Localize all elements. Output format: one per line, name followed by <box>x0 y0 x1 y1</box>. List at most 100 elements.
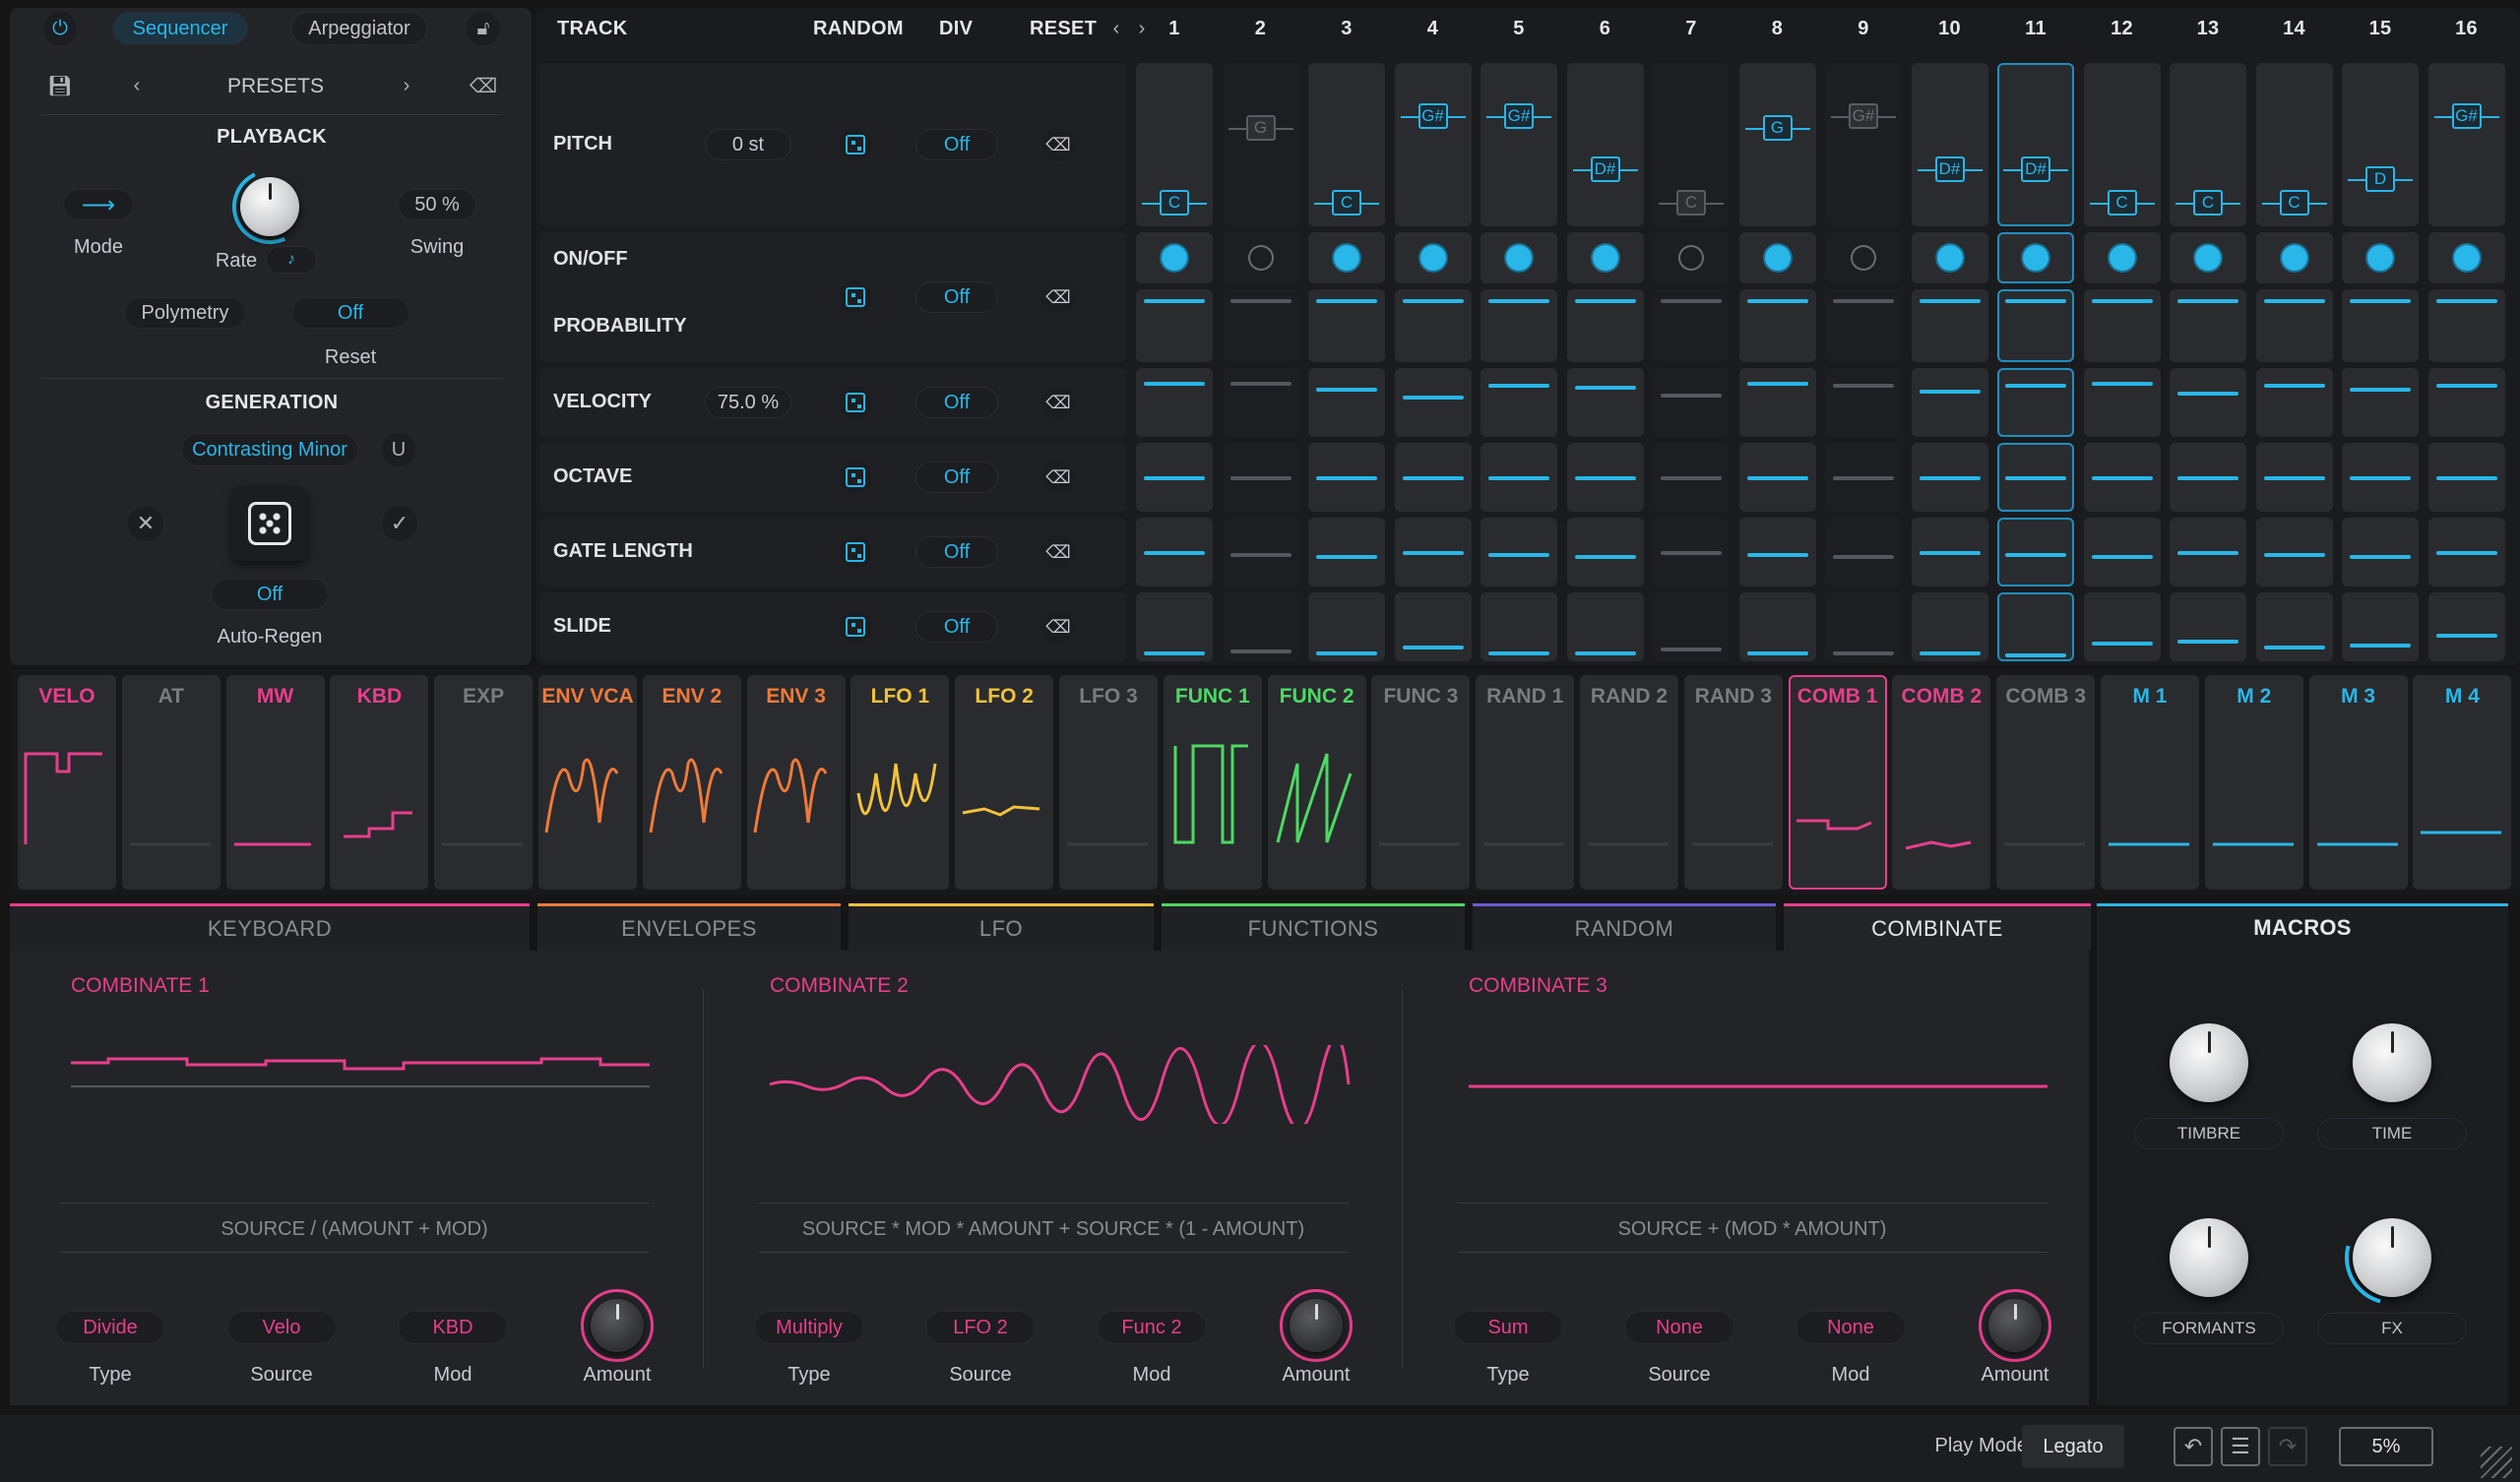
step-number[interactable]: 10 <box>1912 18 1988 40</box>
velocity-step[interactable] <box>1394 368 1472 437</box>
velocity-step[interactable] <box>1825 368 1902 437</box>
reset-eraser-icon[interactable]: ⌫ <box>1041 128 1075 161</box>
pitch-step[interactable] <box>1997 63 2074 226</box>
mod-source-slot[interactable]: RAND 3 <box>1683 675 1783 890</box>
mod-source-slot[interactable]: COMB 3 <box>1996 675 2096 890</box>
velocity-step[interactable] <box>1997 368 2074 437</box>
pitch-step[interactable] <box>1394 63 1472 226</box>
macro-label[interactable]: FX <box>2317 1313 2467 1344</box>
pitch-step[interactable] <box>1566 63 1644 226</box>
reset-eraser-icon[interactable]: ⌫ <box>1041 610 1075 644</box>
combinate-type-select[interactable]: Multiply <box>754 1311 864 1344</box>
swing-value[interactable]: 50 % <box>398 189 476 220</box>
macro-label[interactable]: FORMANTS <box>2134 1313 2284 1344</box>
mode-button[interactable]: ⟶ <box>63 189 134 220</box>
div-toggle[interactable]: Off <box>915 611 998 643</box>
randomize-icon[interactable] <box>839 610 872 644</box>
slide-step[interactable] <box>2427 592 2505 661</box>
onoff-dot[interactable] <box>1851 245 1876 271</box>
velocity-step[interactable] <box>1308 368 1385 437</box>
close-icon[interactable]: ✕ <box>128 506 163 541</box>
mod-source-slot[interactable]: VELO <box>18 675 116 890</box>
zoom-value[interactable]: 5% <box>2339 1427 2433 1466</box>
redo-icon[interactable]: ↷ <box>2268 1427 2307 1466</box>
step-number[interactable]: 2 <box>1223 18 1299 40</box>
onoff-dot[interactable] <box>2023 245 2048 271</box>
prev-page-icon[interactable]: ‹ <box>1104 14 1128 43</box>
onoff-dot[interactable] <box>2453 245 2480 271</box>
play-mode-select[interactable]: Legato <box>2022 1425 2124 1468</box>
lock-icon[interactable]: 🔓︎ <box>467 12 500 45</box>
pitch-note[interactable]: D <box>2365 166 2395 192</box>
step-number[interactable]: 11 <box>1997 18 2074 40</box>
onoff-dot[interactable] <box>1506 245 1532 271</box>
combinate-source-select[interactable]: LFO 2 <box>925 1311 1036 1344</box>
velocity-step[interactable] <box>1566 368 1644 437</box>
combinate-type-select[interactable]: Divide <box>55 1311 165 1344</box>
onoff-dot[interactable] <box>1162 245 1187 271</box>
onoff-dot[interactable] <box>1334 245 1359 271</box>
onoff-dot[interactable] <box>2281 245 2307 271</box>
slide-step[interactable] <box>2255 592 2333 661</box>
reset-eraser-icon[interactable]: ⌫ <box>1041 461 1075 494</box>
mod-source-slot[interactable]: COMB 2 <box>1892 675 1991 890</box>
div-toggle[interactable]: Off <box>915 462 998 493</box>
pitch-step[interactable] <box>1825 63 1902 226</box>
tab-random[interactable]: RANDOM <box>1473 903 1776 951</box>
pitch-note[interactable]: C <box>2193 190 2223 216</box>
randomize-icon[interactable] <box>839 280 872 314</box>
gate-step[interactable] <box>1738 518 1816 587</box>
rate-knob[interactable] <box>240 177 299 236</box>
mod-source-slot[interactable]: LFO 1 <box>850 675 950 890</box>
reset-eraser-icon[interactable]: ⌫ <box>1041 386 1075 419</box>
gate-step[interactable] <box>2255 518 2333 587</box>
step-number[interactable]: 6 <box>1567 18 1644 40</box>
randomize-icon[interactable] <box>839 535 872 569</box>
mod-source-slot[interactable]: EXP <box>434 675 534 890</box>
combinate-mod-select[interactable]: None <box>1796 1311 1906 1344</box>
pitch-note[interactable]: G# <box>2451 103 2482 129</box>
pitch-step[interactable] <box>2342 63 2419 226</box>
div-toggle[interactable]: Off <box>915 129 998 160</box>
randomize-icon[interactable] <box>839 386 872 419</box>
pitch-note[interactable]: C <box>2279 190 2309 216</box>
onoff-dot[interactable] <box>1678 245 1704 271</box>
pitch-note[interactable]: D# <box>1590 156 1620 182</box>
div-toggle[interactable]: Off <box>915 536 998 568</box>
tab-arpeggiator[interactable]: Arpeggiator <box>291 12 427 45</box>
autoregen-toggle[interactable]: Off <box>211 579 329 610</box>
mod-source-slot[interactable]: FUNC 3 <box>1371 675 1471 890</box>
velocity-step[interactable] <box>1222 368 1299 437</box>
tab-lfo[interactable]: LFO <box>849 903 1154 951</box>
gate-step[interactable] <box>1308 518 1385 587</box>
prev-preset-icon[interactable]: ‹ <box>122 71 152 100</box>
mod-source-slot[interactable]: AT <box>121 675 220 890</box>
step-number[interactable]: 8 <box>1739 18 1816 40</box>
onoff-dot[interactable] <box>1419 245 1446 271</box>
save-icon[interactable]: 💾︎ <box>45 71 75 100</box>
mod-source-slot[interactable]: ENV 3 <box>746 675 846 890</box>
step-number[interactable]: 16 <box>2428 18 2505 40</box>
gate-step[interactable] <box>2342 518 2419 587</box>
row-value[interactable]: 0 st <box>705 129 791 160</box>
tab-envelopes[interactable]: ENVELOPES <box>537 903 841 951</box>
mod-source-slot[interactable]: LFO 2 <box>955 675 1054 890</box>
pitch-note[interactable]: G <box>1245 115 1276 141</box>
velocity-step[interactable] <box>2342 368 2419 437</box>
step-number[interactable]: 14 <box>2256 18 2333 40</box>
velocity-step[interactable] <box>2255 368 2333 437</box>
mod-source-slot[interactable]: M 1 <box>2101 675 2199 890</box>
pitch-note[interactable]: G# <box>1504 103 1534 129</box>
mod-source-slot[interactable]: KBD <box>330 675 429 890</box>
div-toggle[interactable]: Off <box>915 387 998 418</box>
randomize-icon[interactable] <box>839 461 872 494</box>
tab-keyboard[interactable]: KEYBOARD <box>10 903 530 951</box>
pitch-step[interactable] <box>1222 63 1299 226</box>
mod-source-slot[interactable]: ENV VCA <box>538 675 637 890</box>
mod-source-slot[interactable]: COMB 1 <box>1788 675 1887 890</box>
mod-source-slot[interactable]: MW <box>225 675 325 890</box>
mod-source-slot[interactable]: M 4 <box>2413 675 2512 890</box>
velocity-step[interactable] <box>1653 368 1730 437</box>
step-number[interactable]: 4 <box>1395 18 1472 40</box>
pitch-step[interactable] <box>2427 63 2505 226</box>
